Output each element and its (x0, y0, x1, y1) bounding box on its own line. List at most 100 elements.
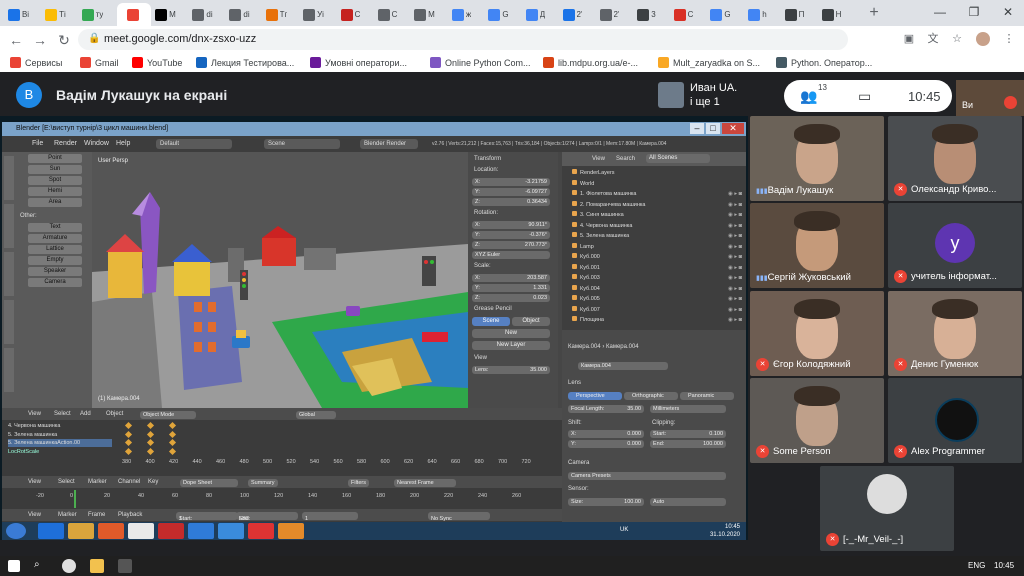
visibility-icon[interactable]: ◉ ▸ ◙ (728, 264, 742, 272)
keyframe-marker[interactable] (146, 438, 155, 447)
visibility-icon[interactable]: ◉ ▸ ◙ (728, 201, 742, 209)
layout-select[interactable]: Default (156, 139, 232, 149)
participant-tile[interactable]: ✕ Some Person (750, 378, 884, 463)
participant-tile[interactable]: ✕ Денис Гуменюк (888, 291, 1022, 376)
visibility-icon[interactable]: ◉ ▸ ◙ (728, 295, 742, 303)
snap-select[interactable]: Nearest Frame (394, 479, 456, 487)
location-field[interactable]: Z: 0.36434 (472, 198, 550, 206)
timeline-menu[interactable]: View (28, 512, 41, 518)
visibility-icon[interactable]: ◉ ▸ ◙ (728, 190, 742, 198)
menu-help[interactable]: Help (116, 140, 130, 147)
visibility-icon[interactable]: ◉ ▸ ◙ (728, 316, 742, 324)
participant-tile[interactable]: ▮▮▮ Вадім Лукашук (750, 116, 884, 201)
rotation-mode-select[interactable]: XYZ Euler (472, 251, 550, 259)
star-icon[interactable]: ☆ (950, 32, 964, 46)
blender-close-button[interactable]: ✕ (722, 123, 744, 134)
render-engine-select[interactable]: Blender Render (360, 139, 418, 149)
dopesheet-menu[interactable]: Key (148, 479, 158, 485)
clipping-field[interactable]: End: 100.000 (650, 440, 726, 448)
grease-pencil-heading[interactable]: Grease Pencil (474, 306, 512, 312)
summary-toggle[interactable]: Summary (248, 479, 278, 487)
keyframe-marker[interactable] (146, 447, 155, 455)
participant-tile[interactable]: ✕ Alex Programmer (888, 378, 1022, 463)
lens-type-button[interactable]: Panoramic (680, 392, 734, 400)
rotation-label[interactable]: Rotation: (474, 210, 498, 216)
grease-scene-tab[interactable]: Scene (472, 317, 510, 326)
timeline-menu[interactable]: Playback (118, 512, 142, 518)
reload-button[interactable]: ↻ (54, 30, 74, 50)
keyframe-marker[interactable] (124, 430, 133, 438)
current-frame-indicator[interactable] (74, 490, 76, 508)
bookmark-item[interactable]: Mult_zaryadka on S... (658, 56, 760, 69)
participant-tile[interactable]: ✕ Єгор Колодяжний (750, 291, 884, 376)
sensor-fit-select[interactable]: Auto (650, 498, 726, 506)
profile-avatar[interactable]: • (976, 32, 990, 46)
keyframe-marker[interactable] (146, 421, 155, 430)
viewport-menu[interactable]: Add (80, 411, 91, 417)
camera-name-field[interactable]: Камера.004 (578, 362, 668, 370)
self-view-tile[interactable]: Ви (956, 80, 1024, 116)
browser-tab[interactable]: ту (80, 3, 105, 26)
grease-object-tab[interactable]: Object (512, 317, 550, 326)
browser-tab[interactable]: С (671, 3, 696, 26)
people-icon[interactable]: 👥 (800, 88, 817, 105)
dopesheet-menu[interactable]: View (28, 479, 41, 485)
browser-tab[interactable]: 2' (597, 3, 622, 26)
outliner-row[interactable]: 2. Помаранчева машинка ◉ ▸ ◙ (572, 200, 742, 209)
participant-tile[interactable]: ✕ Олександр Криво... (888, 116, 1022, 201)
browser-tab[interactable] (117, 3, 151, 26)
start-frame-field[interactable]: Start: 1 (176, 512, 238, 522)
scale-field[interactable]: X: 203.587 (472, 274, 550, 282)
keyframe-marker[interactable] (124, 447, 133, 455)
outliner-row[interactable]: Куб.000 ◉ ▸ ◙ (572, 253, 742, 261)
folder-taskbar-icon[interactable] (90, 559, 104, 573)
scale-field[interactable]: Y: 1.331 (472, 284, 550, 292)
minimize-button[interactable]: — (924, 0, 956, 24)
shift-field[interactable]: Y: 0.000 (568, 440, 644, 448)
camera-icon[interactable]: ▣ (902, 32, 916, 46)
visibility-icon[interactable]: ◉ ▸ ◙ (728, 285, 742, 293)
browser-tab[interactable]: 3 (634, 3, 659, 26)
search-icon[interactable]: ⌕ (34, 559, 48, 573)
rotation-field[interactable]: X: 90.911° (472, 221, 550, 229)
browser-tab[interactable]: М (412, 3, 437, 26)
bookmark-item[interactable]: Сервисы (10, 56, 62, 69)
add-lamp-button[interactable]: Hemi (28, 187, 82, 196)
viewport-menu[interactable]: Object (106, 411, 123, 417)
add-object-button[interactable]: Text (28, 223, 82, 232)
transform-orientation-select[interactable]: Global (296, 411, 336, 419)
outliner-row[interactable]: Lamp ◉ ▸ ◙ (572, 242, 742, 251)
browser-tab[interactable]: ж (449, 3, 474, 26)
object-mode-select[interactable]: Object Mode (140, 411, 196, 419)
maximize-button[interactable]: ❐ (958, 0, 990, 24)
browser-tab[interactable]: G (708, 3, 733, 26)
browser-tab[interactable]: М (153, 3, 178, 26)
visibility-icon[interactable]: ◉ ▸ ◙ (728, 306, 742, 314)
dopesheet-channel[interactable]: LocRotScale (8, 448, 112, 456)
visibility-icon[interactable]: ◉ ▸ ◙ (728, 253, 742, 261)
dopesheet-menu[interactable]: Select (58, 479, 75, 485)
outliner-row[interactable]: 3. Синя машинка ◉ ▸ ◙ (572, 211, 742, 219)
translate-icon[interactable]: 文 (926, 32, 940, 46)
add-lamp-button[interactable]: Sun (28, 165, 82, 174)
bookmark-item[interactable]: YouTube (132, 56, 182, 69)
menu-window[interactable]: Window (84, 140, 109, 147)
add-lamp-button[interactable]: Spot (28, 176, 82, 185)
bookmark-item[interactable]: Python. Оператор... (776, 56, 872, 69)
dopesheet-menu[interactable]: Marker (88, 479, 107, 485)
location-field[interactable]: Y: -6.09727 (472, 188, 550, 196)
other-presenter[interactable]: Иван UA. і ще 1 (658, 80, 758, 114)
keyframe-marker[interactable] (168, 421, 177, 430)
add-object-button[interactable]: Speaker (28, 267, 82, 276)
back-button[interactable]: ← (6, 30, 26, 50)
keyframe-marker[interactable] (146, 430, 155, 438)
chrome-taskbar-icon[interactable] (62, 559, 76, 573)
outliner-row[interactable]: World (572, 179, 742, 188)
chat-icon[interactable]: ▭ (858, 88, 871, 105)
outliner-row[interactable]: 5. Зелена машинка ◉ ▸ ◙ (572, 232, 742, 240)
dopesheet-channel[interactable]: 4. Червона машинка (8, 422, 112, 430)
menu-icon[interactable]: ⋮ (1002, 32, 1016, 46)
focal-length-field[interactable]: Focal Length: 35.00 (568, 405, 644, 413)
menu-file[interactable]: File (32, 140, 43, 147)
rotation-field[interactable]: Z: 270.773° (472, 241, 550, 249)
